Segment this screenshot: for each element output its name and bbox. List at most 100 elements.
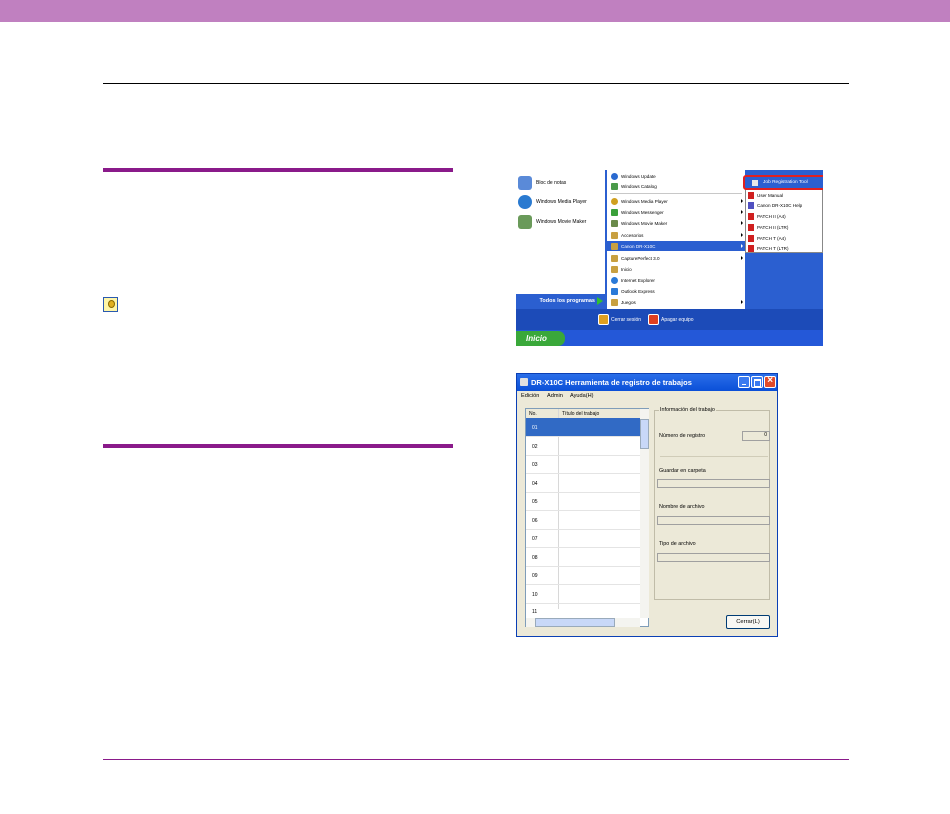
row-number: 06 — [532, 518, 538, 524]
column-no[interactable]: No. — [529, 411, 537, 417]
minimize-icon[interactable] — [738, 376, 750, 388]
help-book-icon — [748, 201, 754, 209]
chevron-right-icon — [741, 244, 743, 248]
row-number: 07 — [532, 536, 538, 542]
folder-icon — [611, 298, 618, 306]
table-row[interactable]: 07 — [526, 529, 640, 548]
shutdown-label: Apagar equipo — [661, 316, 694, 323]
start-item-label: Windows Movie Maker — [536, 219, 587, 225]
program-item-windows-update[interactable]: Windows Update — [607, 171, 745, 181]
log-off-button[interactable]: Cerrar sesión — [598, 313, 641, 326]
program-label: Internet Explorer — [621, 277, 655, 283]
table-row[interactable]: 09 — [526, 566, 640, 585]
table-row[interactable]: 10 — [526, 585, 640, 604]
job-registration-tool-item[interactable]: Job Registration Tool — [743, 175, 823, 190]
submenu-label: PATCH II (A4) — [757, 213, 786, 219]
close-icon[interactable] — [764, 375, 776, 388]
program-label: Windows Messenger — [621, 209, 664, 215]
filename-field — [657, 516, 770, 525]
program-item-windows-catalog[interactable]: Windows Catalog — [607, 181, 745, 191]
folder-icon — [611, 265, 618, 273]
pdf-icon — [748, 223, 754, 231]
row-number: 09 — [532, 573, 538, 579]
submenu-item-help[interactable]: Canon DR-X10C Help — [748, 200, 822, 210]
scroll-thumb[interactable] — [640, 419, 649, 449]
start-button[interactable]: Inicio — [516, 331, 565, 346]
menu-help[interactable]: Ayuda(H) — [570, 393, 594, 399]
submenu-label: PATCH T (A4) — [757, 235, 786, 241]
submenu-item-patch-ii-ltr[interactable]: PATCH II (LTR) — [748, 222, 822, 232]
table-row[interactable]: 06 — [526, 511, 640, 530]
program-item-captureperfect[interactable]: CapturePerfect 3.0 — [607, 253, 745, 263]
start-menu-screenshot: Bloc de notas Windows Media Player Windo… — [516, 170, 823, 346]
close-button[interactable]: Cerrar(L) — [726, 615, 770, 629]
chevron-right-icon — [741, 199, 743, 203]
table-row[interactable]: 08 — [526, 548, 640, 567]
section-rule-middle — [103, 444, 453, 448]
submenu-item-patch-t-a4[interactable]: PATCH T (A4) — [748, 233, 822, 243]
scroll-thumb[interactable] — [535, 618, 615, 627]
messenger-icon — [611, 208, 618, 216]
chevron-right-icon — [741, 210, 743, 214]
table-row[interactable]: 03 — [526, 455, 640, 474]
menu-admin[interactable]: Admin — [547, 393, 563, 399]
start-item-media-player[interactable]: Windows Media Player — [518, 193, 587, 211]
movie-maker-icon — [518, 215, 532, 229]
program-item-accessories[interactable]: Accesorios — [607, 230, 745, 240]
table-row[interactable]: 01 — [526, 418, 640, 437]
program-item-inicio[interactable]: Inicio — [607, 264, 745, 274]
reg-number-label: Número de registro — [659, 433, 706, 439]
program-item-internet-explorer[interactable]: Internet Explorer — [607, 275, 745, 285]
table-row[interactable]: 11 — [526, 603, 640, 618]
folder-icon — [611, 254, 618, 262]
start-menu-footer: Cerrar sesión Apagar equipo — [516, 309, 823, 330]
table-row[interactable]: 05 — [526, 492, 640, 511]
job-list[interactable]: No. Título del trabajo 01 02 03 04 05 06… — [525, 408, 649, 627]
submenu-label: PATCH T (LTR) — [757, 245, 789, 251]
program-label: Accesorios — [621, 232, 644, 238]
shutdown-button[interactable]: Apagar equipo — [648, 313, 694, 326]
programs-menu: Windows Update Windows Catalog Windows M… — [605, 170, 745, 309]
mail-icon — [611, 287, 618, 295]
start-item-label: Windows Media Player — [536, 199, 587, 205]
catalog-icon — [611, 182, 618, 190]
filename-label: Nombre de archivo — [659, 504, 705, 510]
all-programs-label: Todos los programas — [539, 298, 595, 304]
program-label: Canon DR-X10C — [621, 243, 656, 249]
submenu-label: Canon DR-X10C Help — [757, 202, 803, 208]
program-item-movie-maker[interactable]: Windows Movie Maker — [607, 218, 745, 228]
row-number: 08 — [532, 555, 538, 561]
program-item-messenger[interactable]: Windows Messenger — [607, 207, 745, 217]
maximize-icon[interactable] — [751, 376, 763, 388]
program-label: Juegos — [621, 299, 636, 305]
program-item-outlook-express[interactable]: Outlook Express — [607, 286, 745, 296]
header-band — [0, 0, 950, 22]
folder-icon — [611, 242, 618, 250]
vertical-scrollbar[interactable] — [640, 409, 649, 618]
program-item-games[interactable]: Juegos — [607, 297, 745, 307]
submenu-item-user-manual[interactable]: User Manual — [748, 190, 822, 200]
power-icon — [648, 314, 659, 325]
menu-separator — [610, 193, 742, 194]
menu-edit[interactable]: Edición — [521, 393, 539, 399]
horizontal-scrollbar[interactable] — [526, 618, 640, 627]
folder-label: Guardar en carpeta — [659, 468, 706, 474]
media-player-icon — [518, 195, 532, 209]
submenu-item-patch-t-ltr[interactable]: PATCH T (LTR) — [748, 243, 822, 253]
media-player-icon — [611, 197, 618, 205]
start-item-notepad[interactable]: Bloc de notas — [518, 174, 566, 192]
column-title[interactable]: Título del trabajo — [562, 411, 599, 417]
arrow-right-icon — [597, 297, 603, 305]
program-item-media-player[interactable]: Windows Media Player — [607, 196, 745, 206]
separator — [660, 456, 768, 457]
all-programs-button[interactable]: Todos los programas — [516, 294, 605, 309]
start-item-movie-maker[interactable]: Windows Movie Maker — [518, 213, 586, 231]
dialog-titlebar: DR-X10C Herramienta de registro de traba… — [517, 374, 777, 391]
menu-bar: Edición Admin Ayuda(H) — [517, 391, 777, 402]
table-row[interactable]: 04 — [526, 474, 640, 493]
submenu-label: User Manual — [757, 192, 784, 198]
submenu-item-patch-ii-a4[interactable]: PATCH II (A4) — [748, 211, 822, 221]
program-item-canon-drx10c[interactable]: Canon DR-X10C — [607, 241, 745, 251]
table-row[interactable]: 02 — [526, 437, 640, 456]
chevron-right-icon — [741, 300, 743, 304]
